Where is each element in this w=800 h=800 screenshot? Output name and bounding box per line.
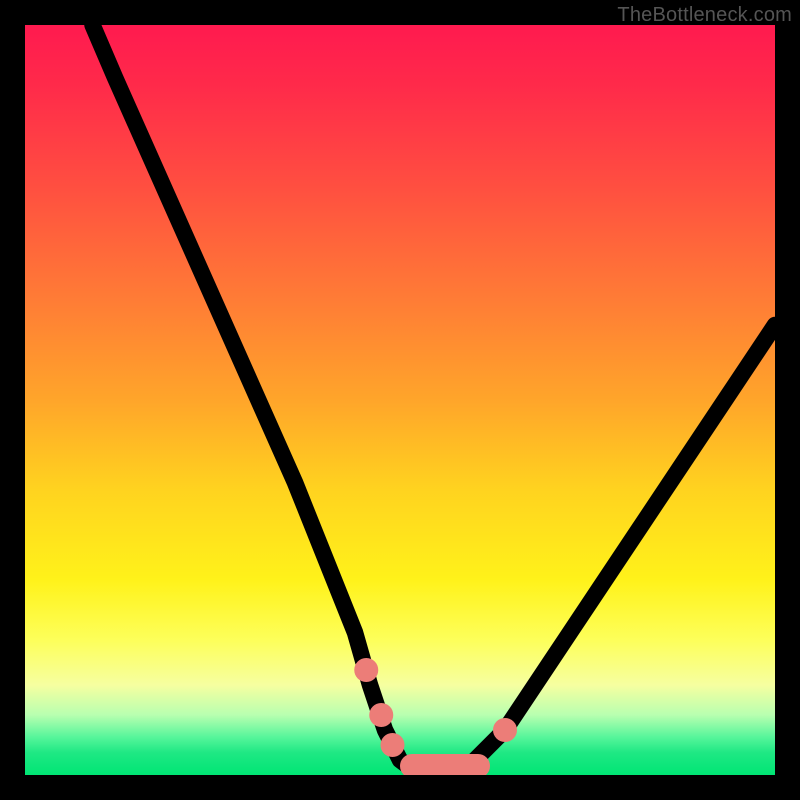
- outer-frame: TheBottleneck.com: [0, 0, 800, 800]
- marker-group: [354, 658, 517, 775]
- marker-pill: [400, 754, 490, 775]
- marker-dot: [354, 658, 378, 682]
- marker-dot: [493, 718, 517, 742]
- bottleneck-curve: [93, 25, 776, 774]
- plot-area: [25, 25, 775, 775]
- watermark-text: TheBottleneck.com: [617, 4, 792, 27]
- marker-dot: [381, 733, 405, 757]
- chart-svg: [25, 25, 775, 775]
- marker-dot: [369, 703, 393, 727]
